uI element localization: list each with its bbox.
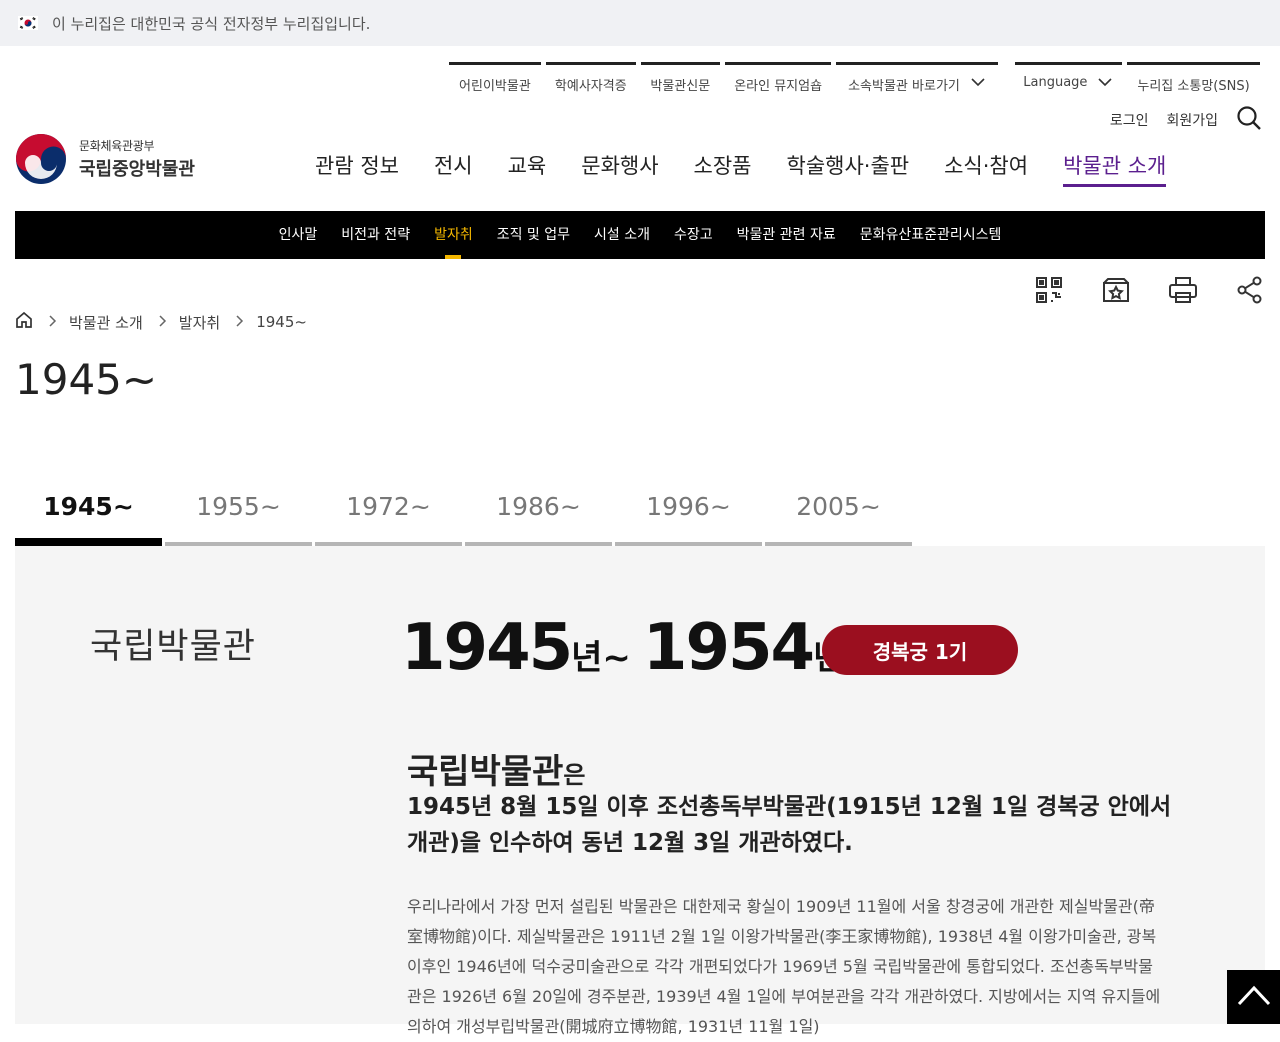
sub-nav-history[interactable]: 발자취: [434, 211, 473, 259]
main-nav-exhibitions[interactable]: 전시: [434, 150, 473, 187]
tab-1972[interactable]: 1972~: [315, 470, 462, 546]
share-icon[interactable]: [1232, 272, 1268, 308]
tab-2005[interactable]: 2005~: [765, 470, 912, 546]
era-heading-name: 국립박물관: [407, 752, 564, 792]
era-lead: 1945년 8월 15일 이후 조선총독부박물관(1915년 12월 1일 경복…: [407, 794, 1172, 856]
auth-links: 로그인 회원가입: [1110, 105, 1262, 135]
util-link-curator[interactable]: 학예사자격증: [545, 62, 636, 102]
sub-nav-storage[interactable]: 수장고: [674, 211, 713, 259]
main-nav-collections[interactable]: 소장품: [694, 150, 752, 187]
utility-nav: 어린이박물관 학예사자격증 박물관신문 온라인 뮤지엄숍 소속박물관 바로가기 …: [449, 62, 1265, 102]
breadcrumb: 박물관 소개 발자취 1945~: [15, 311, 307, 333]
chevron-down-icon: [1097, 75, 1113, 89]
logo-name: 국립중앙박물관: [79, 159, 195, 180]
breadcrumb-item[interactable]: 박물관 소개: [69, 312, 143, 333]
util-link-kids[interactable]: 어린이박물관: [449, 62, 541, 102]
chevron-up-icon: [1237, 984, 1271, 1010]
gov-banner[interactable]: 이 누리집은 대한민국 공식 전자정부 누리집입니다.: [0, 0, 1280, 46]
era-start-unit: 년~: [571, 638, 631, 678]
era-heading: 국립박물관 은: [407, 744, 586, 793]
government-emblem-icon: [15, 133, 67, 185]
page-title: 1945~: [15, 355, 158, 404]
main-nav-events[interactable]: 문화행사: [581, 150, 658, 187]
sub-nav-organization[interactable]: 조직 및 업무: [497, 211, 570, 259]
chevron-down-icon: [970, 75, 986, 89]
era-heading-particle: 은: [563, 761, 586, 789]
util-affiliated-museums-dropdown[interactable]: 소속박물관 바로가기: [836, 62, 998, 102]
logo-ministry: 문화체육관광부: [79, 139, 155, 153]
print-icon[interactable]: [1165, 272, 1201, 308]
util-link-sns[interactable]: 누리집 소통망(SNS): [1127, 62, 1260, 102]
search-icon[interactable]: [1236, 105, 1262, 135]
sub-nav-materials[interactable]: 박물관 관련 자료: [737, 211, 836, 259]
sub-nav-vision[interactable]: 비전과 전략: [341, 211, 410, 259]
signup-link[interactable]: 회원가입: [1166, 110, 1218, 130]
tab-1945[interactable]: 1945~: [15, 470, 162, 546]
util-link-newsletter[interactable]: 박물관신문: [640, 62, 720, 102]
period-tabs: 1945~ 1955~ 1972~ 1986~ 1996~ 2005~: [15, 470, 915, 546]
era-year-range: 1945 년~ 1954 년: [401, 611, 844, 685]
chevron-right-icon: [159, 313, 167, 331]
login-link[interactable]: 로그인: [1110, 110, 1149, 130]
sub-nav-heritage-system[interactable]: 문화유산표준관리시스템: [860, 211, 1002, 259]
tab-1986[interactable]: 1986~: [465, 470, 612, 546]
main-nav: 관람 정보 전시 교육 문화행사 소장품 학술행사·출판 소식·참여 박물관 소…: [315, 150, 1167, 187]
qr-code-icon[interactable]: [1031, 272, 1067, 308]
era-panel: 국립박물관 1945 년~ 1954 년 경복궁 1기 국립박물관 은 1945…: [15, 546, 1265, 1036]
sub-nav-greeting[interactable]: 인사말: [279, 211, 318, 259]
era-end-year: 1954: [642, 611, 815, 685]
breadcrumb-item[interactable]: 발자취: [179, 312, 220, 333]
tab-1996[interactable]: 1996~: [615, 470, 762, 546]
main-nav-education[interactable]: 교육: [508, 150, 547, 187]
util-language-dropdown[interactable]: Language: [1014, 62, 1123, 102]
chevron-right-icon: [236, 313, 244, 331]
home-icon[interactable]: [15, 311, 33, 333]
main-nav-news[interactable]: 소식·참여: [944, 150, 1028, 187]
main-nav-research[interactable]: 학술행사·출판: [787, 150, 910, 187]
chevron-right-icon: [49, 313, 57, 331]
sub-nav: 인사말 비전과 전략 발자취 조직 및 업무 시설 소개 수장고 박물관 관련 …: [15, 211, 1265, 259]
korean-flag-icon: [16, 11, 40, 35]
scroll-top-button[interactable]: [1227, 970, 1280, 1024]
breadcrumb-current: 1945~: [256, 313, 307, 331]
sub-nav-facilities[interactable]: 시설 소개: [594, 211, 650, 259]
util-link-museum-shop[interactable]: 온라인 뮤지엄숍: [724, 62, 832, 102]
gov-banner-text: 이 누리집은 대한민국 공식 전자정부 누리집입니다.: [52, 14, 371, 33]
era-body: 우리나라에서 가장 먼저 설립된 박물관은 대한제국 황실이 1909년 11월…: [407, 897, 1161, 1036]
page-tools: [1000, 272, 1268, 308]
favorite-icon[interactable]: [1098, 272, 1134, 308]
era-badge: 경복궁 1기: [822, 625, 1018, 675]
era-start-year: 1945: [401, 611, 573, 685]
era-calligraphy-title: 국립박물관: [90, 627, 257, 667]
site-logo[interactable]: 문화체육관광부 국립중앙박물관: [15, 133, 195, 185]
main-nav-about[interactable]: 박물관 소개: [1063, 150, 1167, 187]
tab-1955[interactable]: 1955~: [165, 470, 312, 546]
main-nav-visit[interactable]: 관람 정보: [315, 150, 399, 187]
